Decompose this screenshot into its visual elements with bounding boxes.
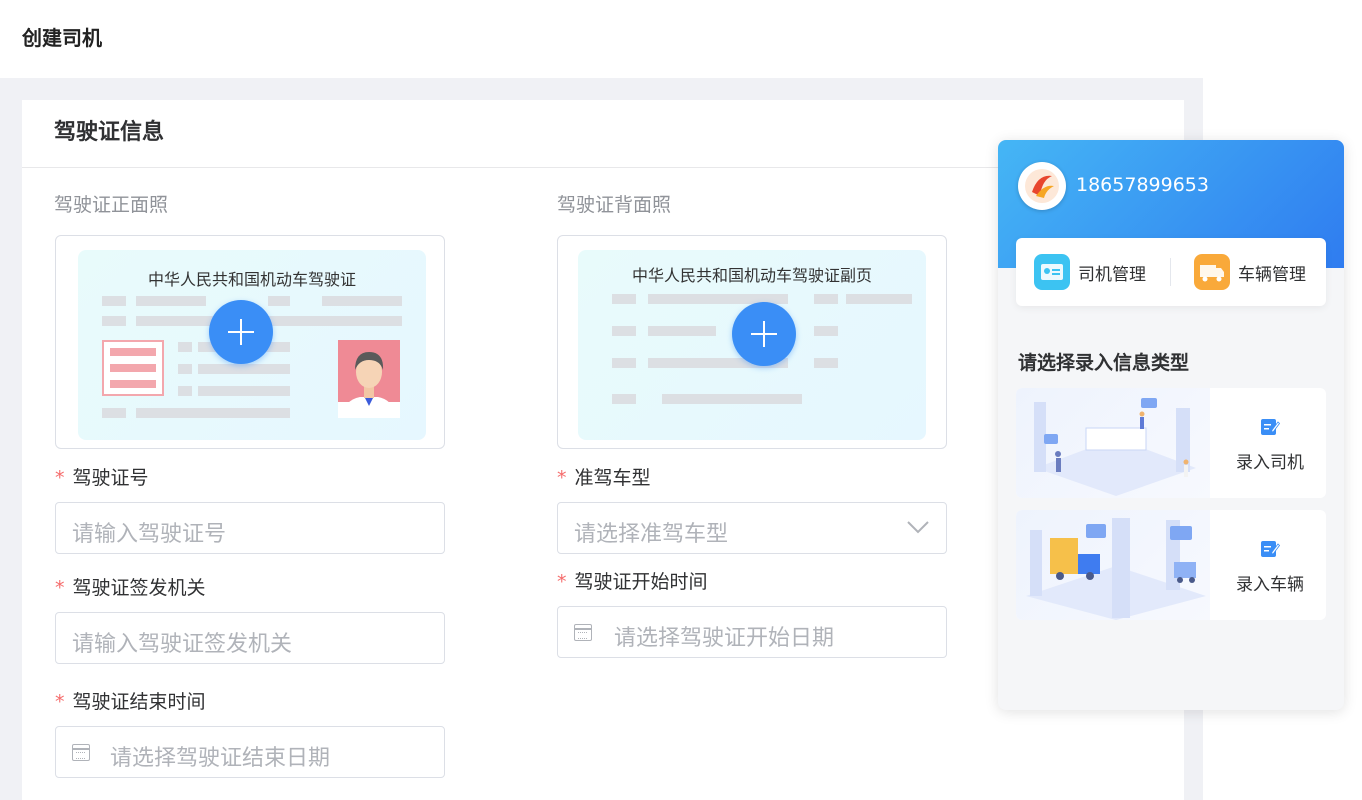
required-mark: * — [557, 467, 567, 489]
end-date-label-text: 驾驶证结束时间 — [72, 691, 206, 713]
vehicle-management-button[interactable]: 车辆管理 — [1194, 254, 1306, 290]
start-date-placeholder: 请选择驾驶证开始日期 — [614, 626, 835, 651]
license-no-input[interactable]: 请输入驾驶证号 — [55, 502, 445, 554]
back-photo-upload[interactable]: 中华人民共和国机动车驾驶证副页 — [557, 235, 947, 449]
id-card-icon — [1034, 254, 1070, 290]
vehicle-illustration — [1016, 510, 1210, 620]
vehicle-class-placeholder: 请选择准驾车型 — [574, 522, 729, 547]
vehicle-management-label: 车辆管理 — [1238, 264, 1306, 285]
license-no-label-text: 驾驶证号 — [72, 467, 149, 489]
page-title: 创建司机 — [22, 26, 102, 50]
vehicle-class-label-text: 准驾车型 — [574, 467, 651, 489]
front-photo-upload[interactable]: 中华人民共和国机动车驾驶证 — [55, 235, 445, 449]
driver-management-button[interactable]: 司机管理 — [1034, 254, 1146, 290]
vehicle-class-select[interactable]: 请选择准驾车型 — [557, 502, 947, 554]
edit-icon — [1261, 419, 1280, 435]
start-date-label-text: 驾驶证开始时间 — [574, 571, 708, 593]
issuing-authority-label: * 驾驶证签发机关 — [55, 573, 206, 600]
issuing-authority-label-text: 驾驶证签发机关 — [72, 577, 206, 599]
back-upload-plus-icon[interactable] — [732, 302, 796, 366]
chevron-down-icon — [907, 521, 929, 534]
vehicle-class-label: * 准驾车型 — [557, 463, 651, 490]
end-date-picker[interactable]: 请选择驾驶证结束日期 — [55, 726, 445, 778]
end-date-label: * 驾驶证结束时间 — [55, 687, 206, 714]
section-title: 驾驶证信息 — [54, 120, 165, 145]
calendar-icon — [574, 624, 592, 641]
truck-icon — [1194, 254, 1230, 290]
front-card-title: 中华人民共和国机动车驾驶证 — [147, 270, 356, 289]
front-upload-plus-icon[interactable] — [209, 300, 273, 364]
entry-type-title: 请选择录入信息类型 — [1018, 352, 1190, 374]
required-mark: * — [55, 577, 65, 599]
divider — [1170, 258, 1171, 286]
mobile-preview-panel: 18657899653 司机管理 车辆管理 请选择录入信息类型 录入司机 录入车… — [998, 140, 1344, 710]
enter-driver-label: 录入司机 — [1236, 453, 1304, 473]
enter-vehicle-label: 录入车辆 — [1236, 575, 1304, 595]
enter-vehicle-card[interactable]: 录入车辆 — [1016, 510, 1326, 620]
portrait-graphic — [338, 340, 400, 418]
front-photo-label: 驾驶证正面照 — [54, 194, 169, 216]
user-phone: 18657899653 — [1076, 174, 1209, 196]
driver-management-label: 司机管理 — [1078, 264, 1146, 285]
license-no-label: * 驾驶证号 — [55, 463, 149, 490]
license-no-placeholder: 请输入驾驶证号 — [72, 522, 227, 547]
quick-actions: 司机管理 车辆管理 — [1016, 238, 1326, 306]
driver-illustration — [1016, 388, 1210, 498]
issuing-authority-placeholder: 请输入驾驶证签发机关 — [72, 632, 293, 657]
enter-driver-card[interactable]: 录入司机 — [1016, 388, 1326, 498]
stamp-graphic — [102, 340, 164, 396]
issuing-authority-input[interactable]: 请输入驾驶证签发机关 — [55, 612, 445, 664]
end-date-placeholder: 请选择驾驶证结束日期 — [110, 746, 331, 771]
logo-icon — [1018, 162, 1066, 210]
start-date-picker[interactable]: 请选择驾驶证开始日期 — [557, 606, 947, 658]
calendar-icon — [72, 744, 90, 761]
required-mark: * — [55, 691, 65, 713]
edit-icon — [1261, 541, 1280, 557]
required-mark: * — [557, 571, 567, 593]
back-photo-label: 驾驶证背面照 — [557, 194, 672, 216]
back-card-title: 中华人民共和国机动车驾驶证副页 — [631, 266, 872, 285]
start-date-label: * 驾驶证开始时间 — [557, 567, 708, 594]
required-mark: * — [55, 467, 65, 489]
